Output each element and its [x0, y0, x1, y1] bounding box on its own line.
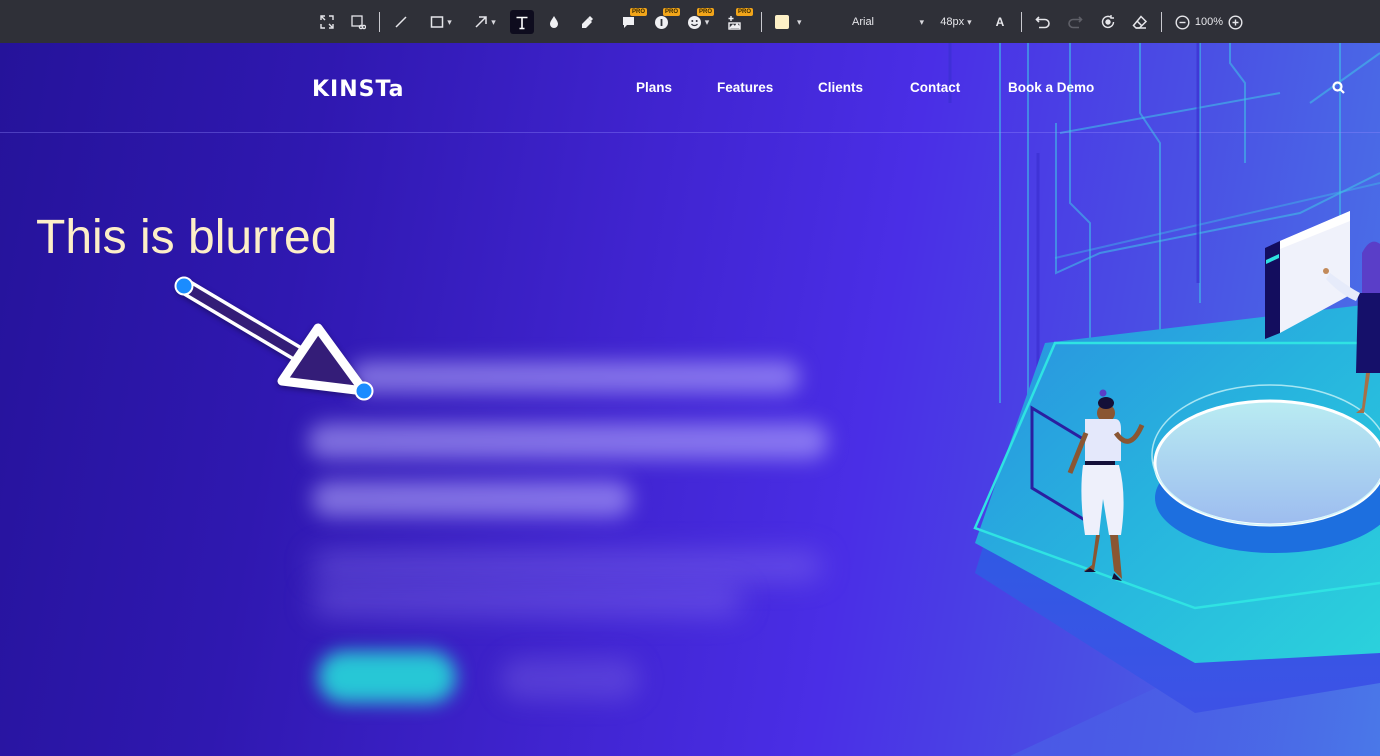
blur-tool-button[interactable]: [545, 10, 563, 34]
zoom-out-icon: [1174, 14, 1190, 30]
fullscreen-button[interactable]: [318, 10, 336, 34]
font-size-select[interactable]: 48px ▾: [938, 10, 974, 34]
toolbar-divider: [1021, 12, 1022, 32]
color-picker[interactable]: ▾: [775, 10, 807, 34]
chevron-down-icon: ▾: [704, 16, 710, 27]
insert-image-icon: [727, 15, 741, 30]
rectangle-tool-button[interactable]: ▾: [425, 10, 457, 34]
undo-button[interactable]: [1034, 10, 1052, 34]
eraser-icon: [1132, 14, 1148, 29]
text-tool-button[interactable]: [510, 10, 534, 34]
blur-drop-icon: [550, 16, 558, 28]
redo-icon: [1068, 16, 1083, 29]
toolbar-divider: [379, 12, 380, 32]
callout-tool-button[interactable]: PRO: [619, 8, 647, 34]
reset-icon: [1101, 15, 1115, 29]
arrow-icon: [475, 16, 487, 28]
undo-icon: [1035, 16, 1050, 29]
font-family-select[interactable]: Arial ▾: [852, 10, 924, 34]
chevron-down-icon: ▾: [919, 16, 924, 27]
zoom-level-value: 100%: [1194, 16, 1224, 28]
step-number-tool-button[interactable]: PRO: [652, 8, 680, 34]
editor-toolbar: ▾ ▾ PRO PRO ▾ PRO PRO ▾ Arial ▾ 48px ▾ A…: [0, 0, 1380, 43]
reset-button[interactable]: [1099, 10, 1117, 34]
font-family-value: Arial: [852, 16, 875, 28]
arrow-start-handle[interactable]: [174, 276, 194, 296]
emoji-icon: [687, 15, 701, 29]
color-swatch: [775, 15, 789, 29]
rectangle-icon: [430, 16, 444, 28]
redo-button[interactable]: [1066, 10, 1084, 34]
pen-icon: [395, 16, 407, 28]
pro-badge: PRO: [696, 8, 714, 16]
callout-icon: [622, 17, 634, 28]
zoom-level: 100%: [1194, 10, 1224, 34]
chevron-down-icon: ▾: [447, 16, 452, 27]
step-number-icon: [654, 15, 668, 29]
website-canvas: KINSTa Plans Features Clients Contact Bo…: [0, 43, 1380, 756]
zoom-out-button[interactable]: [1174, 10, 1190, 34]
highlighter-tool-button[interactable]: [577, 10, 595, 34]
arrow-end-handle[interactable]: [354, 381, 374, 401]
fullscreen-icon: [320, 15, 334, 29]
pro-badge: PRO: [629, 8, 647, 16]
emoji-tool-button[interactable]: ▾ PRO: [684, 8, 714, 34]
arrow-tool-button[interactable]: ▾: [469, 10, 501, 34]
chevron-down-icon: ▾: [967, 16, 972, 27]
zoom-in-icon: [1227, 14, 1243, 30]
annotation-arrow[interactable]: [0, 43, 1380, 756]
font-style-button[interactable]: A: [993, 10, 1007, 34]
crop-icon: [350, 14, 366, 29]
eraser-button[interactable]: [1131, 10, 1149, 34]
font-size-value: 48px: [940, 16, 965, 28]
chevron-down-icon: ▾: [491, 16, 496, 27]
highlighter-icon: [581, 15, 593, 28]
toolbar-divider: [1161, 12, 1162, 32]
pro-badge: PRO: [735, 8, 753, 16]
toolbar-divider: [761, 12, 762, 32]
font-style-label: A: [995, 15, 1005, 29]
pen-tool-button[interactable]: [392, 10, 410, 34]
insert-image-tool-button[interactable]: PRO: [725, 8, 753, 34]
text-icon: [516, 16, 528, 29]
crop-button[interactable]: [349, 10, 367, 34]
zoom-in-button[interactable]: [1227, 10, 1243, 34]
chevron-down-icon: ▾: [797, 16, 802, 27]
pro-badge: PRO: [662, 8, 680, 16]
